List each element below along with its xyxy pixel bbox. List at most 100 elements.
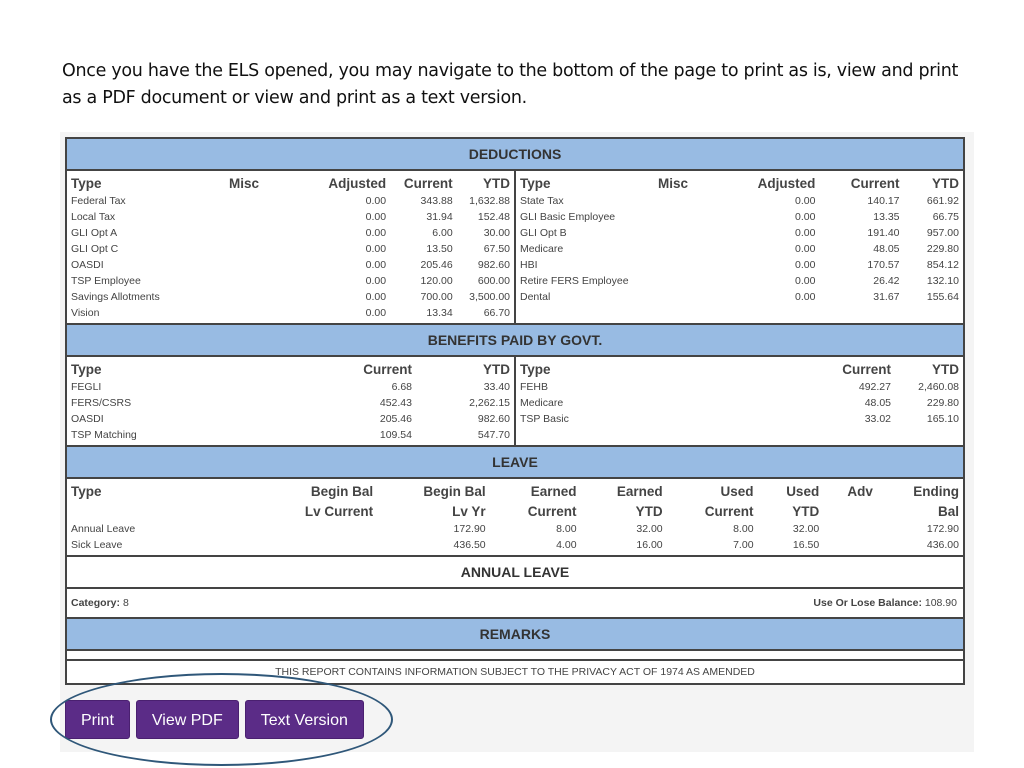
cell-misc (225, 241, 313, 257)
col-ytd: YTD (483, 175, 510, 191)
cell-ytd: 982.60 (477, 413, 510, 425)
annual-leave-header: ANNUAL LEAVE (67, 557, 963, 589)
leave-cell (255, 521, 377, 537)
cell-adjusted: 0.00 (365, 259, 387, 271)
cell-type: State Tax (520, 195, 564, 207)
action-buttons: Print View PDF Text Version (65, 700, 364, 739)
col-type: Type (71, 361, 102, 377)
table-row: Annual Leave 172.90 8.00 32.00 8.00 32.00 172.… (67, 521, 963, 537)
table-row: FERS/CSRS 452.43 2,262.15 (67, 395, 514, 411)
leave-cell: 4.00 (556, 539, 577, 551)
cell-adjusted: 0.00 (795, 195, 816, 207)
leave-header: LEAVE (67, 447, 963, 479)
col-type: Type (71, 175, 102, 191)
leave-cell (823, 537, 877, 553)
cell-type: Federal Tax (71, 195, 126, 207)
table-row: State Tax 0.00 140.17 661.92 (516, 193, 963, 209)
table-row: Savings Allotments 0.00 700.00 3,500.00 (67, 289, 514, 305)
cell-ytd: 982.60 (477, 259, 510, 271)
cell-type: GLI Opt C (71, 243, 119, 255)
cell-adjusted: 0.00 (365, 307, 387, 319)
leave-cell: 16.00 (636, 539, 663, 551)
table-row: HBI 0.00 170.57 854.12 (516, 257, 963, 273)
cell-current: 13.50 (426, 243, 453, 255)
cell-misc (225, 305, 313, 321)
table-row: Local Tax 0.00 31.94 152.48 (67, 209, 514, 225)
cell-type: TSP Basic (520, 413, 569, 425)
cell-ytd: 229.80 (926, 243, 959, 255)
deductions-table-right: Type Misc Adjusted Current YTD State Tax… (516, 173, 963, 321)
col-adjusted: Adjusted (328, 175, 387, 191)
cell-misc (225, 193, 313, 209)
col-current: Current (363, 361, 412, 377)
benefits-table-left: Type Current YTD FEGLI 6.68 33.40 FERS/CSRS… (67, 359, 514, 443)
cell-adjusted: 0.00 (365, 227, 387, 239)
leave-cell: 32.00 (792, 523, 820, 535)
leave-col-subheader: Current (527, 503, 577, 519)
leave-cell: 436.50 (453, 539, 486, 551)
cell-type: TSP Employee (71, 275, 141, 287)
cell-current: 343.88 (420, 195, 453, 207)
leave-cell (823, 521, 877, 537)
table-row: GLI Opt B 0.00 191.40 957.00 (516, 225, 963, 241)
view-pdf-button[interactable]: View PDF (135, 700, 239, 739)
cell-adjusted: 0.00 (365, 243, 387, 255)
cell-ytd: 67.50 (483, 243, 510, 255)
leave-col-subheader (823, 501, 877, 521)
cell-ytd: 3,500.00 (469, 291, 510, 303)
leave-col-header: Begin Bal (423, 483, 486, 499)
cell-ytd: 30.00 (483, 227, 510, 239)
cell-ytd: 957.00 (926, 227, 959, 239)
leave-col-header: Adv (847, 483, 873, 499)
cell-type: OASDI (71, 413, 104, 425)
cell-current: 6.00 (432, 227, 453, 239)
cell-current: 700.00 (420, 291, 453, 303)
cell-misc (654, 209, 722, 225)
cell-current: 48.05 (873, 243, 900, 255)
cell-ytd: 66.70 (483, 307, 510, 319)
table-row: Medicare 0.00 48.05 229.80 (516, 241, 963, 257)
deductions-header: DEDUCTIONS (67, 139, 963, 171)
cell-current: 31.94 (426, 211, 453, 223)
category-label: Category: (71, 597, 121, 609)
category-value: 8 (122, 597, 129, 609)
cell-ytd: 132.10 (926, 275, 959, 287)
cell-type: FERS/CSRS (71, 397, 132, 409)
cell-ytd: 1,632.88 (469, 195, 510, 207)
leave-cell: 172.90 (453, 523, 486, 535)
empty-row (516, 305, 963, 321)
cell-current: 170.57 (867, 259, 900, 271)
table-row: FEGLI 6.68 33.40 (67, 379, 514, 395)
table-row: Federal Tax 0.00 343.88 1,632.88 (67, 193, 514, 209)
leave-cell: 7.00 (733, 539, 754, 551)
text-version-button[interactable]: Text Version (244, 700, 364, 739)
table-row: GLI Opt A 0.00 6.00 30.00 (67, 225, 514, 241)
col-misc: Misc (658, 175, 689, 191)
leave-col-subheader: Bal (937, 503, 959, 519)
leave-col-subheader: YTD (635, 503, 663, 519)
cell-current: 205.46 (420, 259, 453, 271)
cell-adjusted: 0.00 (795, 259, 816, 271)
cell-ytd: 155.64 (926, 291, 959, 303)
cell-type: Retire FERS Employee (520, 275, 629, 287)
cell-ytd: 547.70 (477, 429, 510, 441)
table-row: OASDI 205.46 982.60 (67, 411, 514, 427)
use-or-lose-field: Use Or Lose Balance: 108.90 (813, 597, 957, 609)
cell-type: Dental (520, 291, 551, 303)
cell-misc (654, 289, 722, 305)
cell-type: Vision (71, 307, 100, 319)
cell-current: 109.54 (379, 429, 412, 441)
cell-type: FEGLI (71, 381, 102, 393)
empty-row (516, 427, 963, 443)
table-row: OASDI 0.00 205.46 982.60 (67, 257, 514, 273)
table-row: Medicare 48.05 229.80 (516, 395, 963, 411)
leave-col-header: Earned (616, 483, 663, 499)
leave-col-header: Begin Bal (310, 483, 374, 499)
print-button[interactable]: Print (65, 700, 130, 739)
remarks-header: REMARKS (67, 619, 963, 651)
table-row: GLI Opt C 0.00 13.50 67.50 (67, 241, 514, 257)
table-row: TSP Matching 109.54 547.70 (67, 427, 514, 443)
cell-current: 31.67 (873, 291, 900, 303)
annual-leave-info: Category: 8 Use Or Lose Balance: 108.90 (67, 589, 963, 619)
cell-type: HBI (520, 259, 538, 271)
